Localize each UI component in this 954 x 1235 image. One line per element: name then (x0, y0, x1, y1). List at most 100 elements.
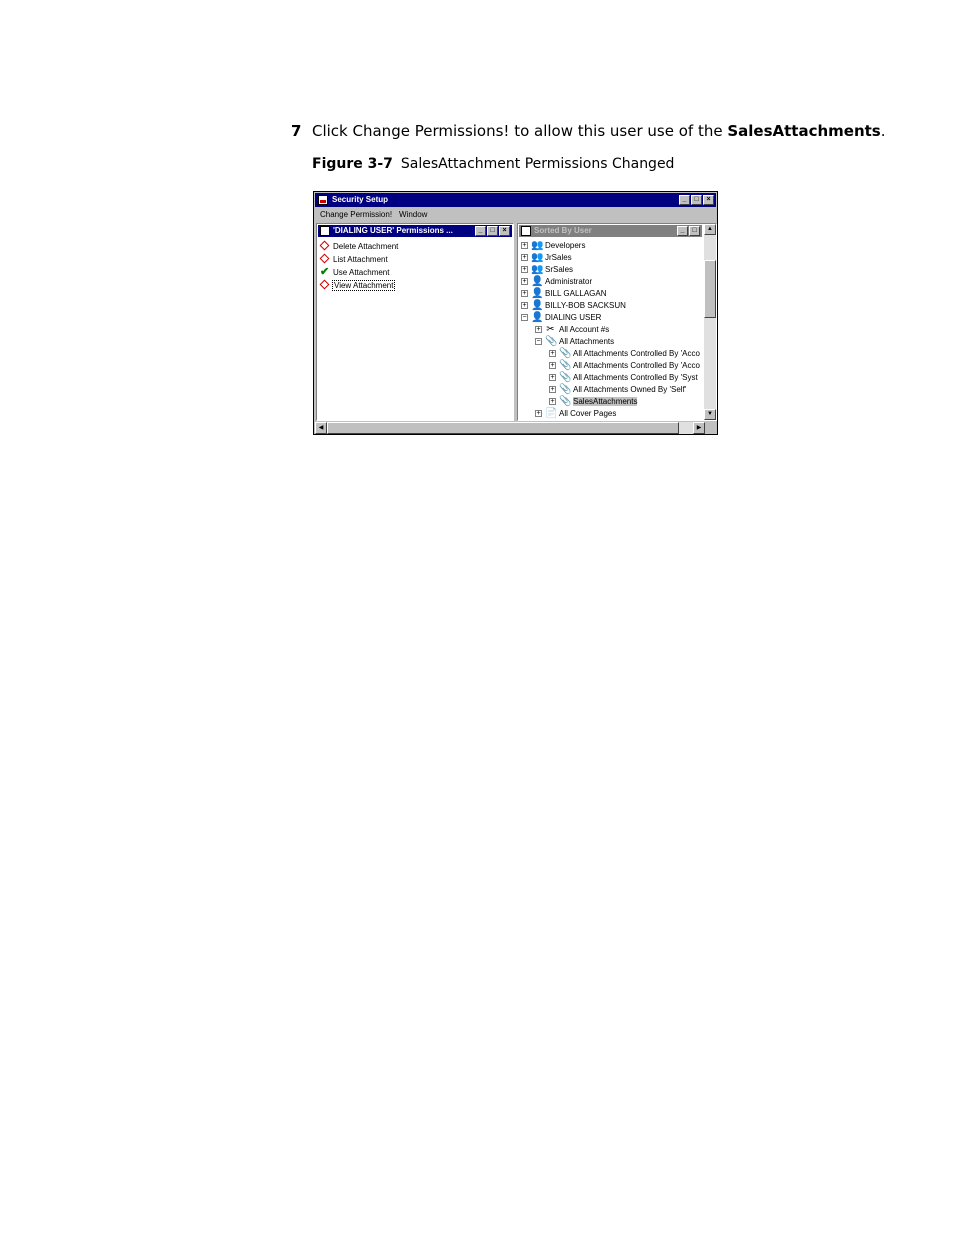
collapse-icon[interactable]: − (535, 337, 542, 345)
security-setup-window: Security Setup _ □ × Change Permission! … (313, 191, 718, 435)
maximize-button[interactable]: □ (691, 195, 702, 205)
minimize-button[interactable]: _ (679, 195, 690, 205)
attachment-icon: 📎 (559, 383, 572, 395)
resize-grip[interactable] (705, 421, 716, 433)
expand-icon[interactable]: + (521, 301, 528, 309)
pane-maximize-button[interactable]: □ (487, 226, 498, 236)
tree-node[interactable]: + 📎 All Attachments Controlled By 'Syst (549, 371, 698, 383)
user-icon: 👤 (531, 275, 544, 287)
attachment-icon: 📎 (559, 395, 572, 407)
expand-icon[interactable]: + (549, 385, 556, 393)
attachment-icon: 📎 (559, 347, 572, 359)
figure-label: Figure 3-7 (312, 156, 393, 172)
tree-node[interactable]: + 👥 Developers (521, 239, 585, 251)
window-titlebar: Security Setup _ □ × (315, 193, 716, 207)
scroll-left-button[interactable]: ◀ (315, 422, 327, 434)
tree-node-label: All Attachments Controlled By 'Acco (573, 348, 700, 358)
step-text: Click Change Permissions! to allow this … (312, 122, 728, 140)
attachment-icon: 📎 (559, 371, 572, 383)
expand-icon[interactable]: + (521, 265, 528, 273)
users-pane-titlebar: Sorted By User _ □ (519, 225, 702, 237)
app-icon (318, 195, 328, 205)
group-icon: 👥 (531, 239, 544, 251)
window-title: Security Setup (332, 195, 389, 204)
pane-close-button[interactable]: × (499, 226, 510, 236)
expand-icon[interactable]: + (549, 373, 556, 381)
expand-icon[interactable]: + (521, 241, 528, 249)
cover-page-icon: 📄 (545, 407, 558, 419)
permission-item[interactable]: List Attachment (319, 253, 388, 266)
users-tree-pane: Sorted By User _ □ + 👥 Developers + 👥 JrSale… (517, 223, 717, 421)
permission-label: View Attachment (331, 280, 396, 291)
permission-item[interactable]: Delete Attachment (319, 240, 399, 253)
collapse-icon[interactable]: − (521, 313, 528, 321)
expand-icon[interactable]: + (549, 397, 556, 405)
tree-node-label: Developers (545, 240, 586, 250)
tree-node[interactable]: + 📎 All Attachments Owned By 'Self' (549, 383, 686, 395)
expand-icon[interactable]: + (549, 349, 556, 357)
denied-icon (319, 240, 331, 252)
expand-icon[interactable]: + (549, 361, 556, 369)
permissions-pane: 'DIALING USER' Permissions ... _ □ × Del… (316, 223, 514, 421)
tree-node-label: All Cover Pages (559, 408, 617, 418)
menu-change-permission[interactable]: Change Permission! (320, 210, 392, 219)
step-bold-term: SalesAttachments (727, 122, 881, 140)
permission-item[interactable]: ✔ Use Attachment (320, 266, 389, 279)
tree-node-label: Administrator (545, 276, 593, 286)
group-icon: 👥 (531, 263, 544, 275)
permission-label: List Attachment (333, 255, 388, 264)
tree-node[interactable]: + 📎 All Attachments Controlled By 'Acco (549, 359, 700, 371)
expand-icon[interactable]: + (535, 325, 542, 333)
pane-icon (320, 226, 330, 236)
scroll-down-button[interactable]: ▼ (704, 409, 716, 420)
pane-minimize-button[interactable]: _ (677, 226, 688, 236)
tree-node-label: All Attachments Owned By 'Self' (573, 384, 687, 394)
tree-node-label: All Attachments (559, 336, 615, 346)
horizontal-scroll-thumb[interactable] (327, 422, 679, 434)
tools-icon: ✂ (546, 323, 555, 335)
checkmark-icon: ✔ (320, 266, 330, 278)
tree-node-label: All Attachments Controlled By 'Acco (573, 360, 700, 370)
pane-minimize-button[interactable]: _ (475, 226, 486, 236)
tree-node-label: SrSales (545, 264, 574, 274)
tree-node[interactable]: + 👥 SrSales (521, 263, 573, 275)
tree-node-label: DIALING USER (545, 312, 602, 322)
vertical-scrollbar[interactable]: ▲ ▼ (704, 224, 716, 420)
denied-icon (319, 253, 331, 265)
tree-node[interactable]: + 📄 All Cover Pages (535, 407, 616, 419)
expand-icon[interactable]: + (535, 409, 542, 417)
tree-node-selected[interactable]: + 📎 SalesAttachments (549, 395, 638, 407)
tree-node[interactable]: + 👤 BILL GALLAGAN (521, 287, 607, 299)
tree-node[interactable]: − 👤 DIALING USER (521, 311, 601, 323)
tree-node[interactable]: + 👥 JrSales (521, 251, 572, 263)
attachment-icon: 📎 (545, 335, 558, 347)
instruction-step: 7 Click Change Permissions! to allow this… (291, 121, 886, 141)
tree-node-label: All Attachments Controlled By 'Syst (573, 372, 698, 382)
expand-icon[interactable]: + (521, 253, 528, 261)
expand-icon[interactable]: + (521, 277, 528, 285)
figure-title: SalesAttachment Permissions Changed (400, 156, 675, 172)
horizontal-scrollbar[interactable]: ◀ ▶ (315, 422, 705, 434)
scroll-thumb[interactable] (704, 260, 716, 318)
user-icon: 👤 (531, 299, 544, 311)
pane-icon (521, 226, 531, 236)
user-icon: 👤 (531, 311, 544, 323)
tree-node[interactable]: + ✂ All Account #s (535, 323, 609, 335)
tree-node-label: BILLY-BOB SACKSUN (545, 300, 626, 310)
permission-label: Delete Attachment (333, 242, 399, 251)
tree-node[interactable]: + 👤 BILLY-BOB SACKSUN (521, 299, 626, 311)
expand-icon[interactable]: + (521, 289, 528, 297)
permission-label: Use Attachment (333, 268, 390, 277)
tree-node[interactable]: − 📎 All Attachments (535, 335, 614, 347)
scroll-right-button[interactable]: ▶ (693, 422, 705, 434)
pane-maximize-button[interactable]: □ (689, 226, 700, 236)
tree-node[interactable]: + 📎 All Attachments Controlled By 'Acco (549, 347, 700, 359)
attachment-icon: 📎 (559, 359, 572, 371)
permission-item[interactable]: View Attachment (319, 279, 396, 292)
close-button[interactable]: × (703, 195, 714, 205)
menu-window[interactable]: Window (399, 210, 427, 219)
tree-node[interactable]: + 👤 Administrator (521, 275, 592, 287)
step-text-end: . (880, 122, 886, 140)
scroll-up-button[interactable]: ▲ (704, 224, 716, 235)
users-pane-title: Sorted By User (534, 226, 592, 235)
